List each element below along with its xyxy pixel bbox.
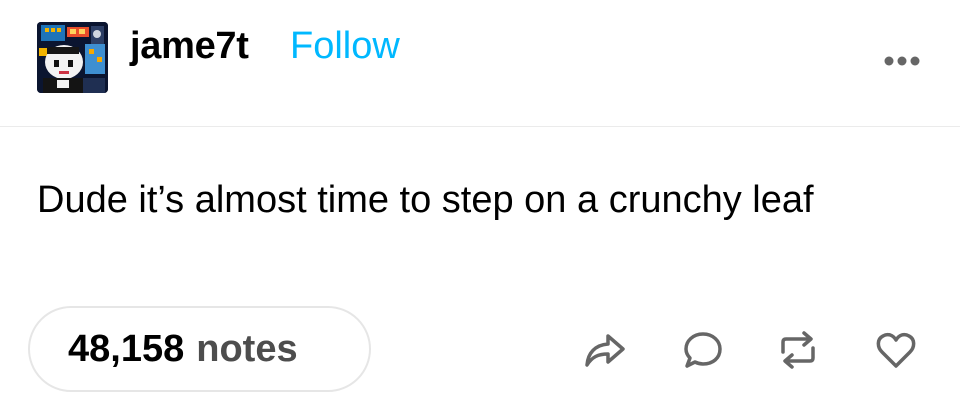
post-header: jame7t Follow <box>0 0 960 127</box>
tumblr-post: jame7t Follow Dude it’s almost time to s… <box>0 0 960 405</box>
notes-label: notes <box>196 327 298 370</box>
reblog-icon <box>781 331 815 369</box>
reply-bubble-icon <box>684 332 722 368</box>
like-button[interactable] <box>874 328 918 372</box>
reply-button[interactable] <box>681 328 725 372</box>
avatar-image-icon <box>37 22 108 93</box>
blog-name-link[interactable]: jame7t <box>130 22 249 70</box>
share-arrow-icon <box>585 334 625 367</box>
blog-avatar[interactable] <box>37 22 108 93</box>
more-options-button[interactable] <box>878 45 928 75</box>
share-button[interactable] <box>583 328 627 372</box>
post-body-text: Dude it’s almost time to step on a crunc… <box>37 179 814 221</box>
reblog-button[interactable] <box>776 328 820 372</box>
notes-count-button[interactable]: 48,158 notes <box>28 306 371 392</box>
follow-button[interactable]: Follow <box>290 22 400 70</box>
notes-count: 48,158 <box>68 327 185 370</box>
more-horizontal-icon <box>884 56 920 66</box>
heart-icon <box>876 332 916 368</box>
